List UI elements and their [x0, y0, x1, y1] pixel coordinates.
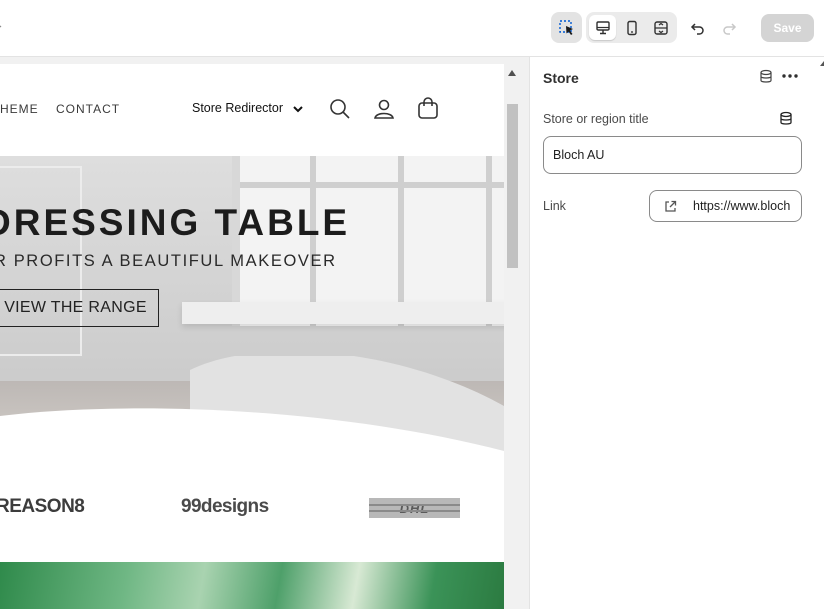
select-tool-icon [558, 19, 573, 35]
panel-scroll-up-icon[interactable] [820, 61, 824, 66]
search-icon[interactable] [328, 97, 352, 121]
site-header: HEME CONTACT Store Redirector [0, 64, 504, 156]
link-label: Link [543, 199, 566, 213]
editor-toolbar: Save [0, 0, 824, 57]
fullscreen-button[interactable] [648, 15, 674, 40]
logo-99designs: 99designs [181, 496, 269, 517]
hero-wave-divider [0, 356, 504, 458]
undo-button[interactable] [686, 15, 710, 40]
hero-window-sill [182, 302, 504, 324]
window-transom [240, 182, 504, 188]
store-title-label: Store or region title [543, 112, 649, 126]
scroll-up-arrow-icon[interactable] [508, 70, 516, 76]
redo-icon [723, 22, 737, 35]
link-input[interactable]: https://www.bloch [649, 190, 802, 222]
green-image-section [0, 562, 504, 609]
cart-icon[interactable] [416, 97, 440, 121]
hero-title: DRESSING TABLE [0, 202, 351, 243]
storefront-canvas: HEME CONTACT Store Redirector DRESSING T… [0, 64, 504, 609]
store-title-input[interactable]: Bloch AU [543, 136, 802, 174]
preview-scroll-thumb[interactable] [507, 104, 518, 268]
logo-dhl: DHL [369, 498, 460, 518]
desktop-view-button[interactable] [589, 15, 616, 40]
back-chevron-icon[interactable] [0, 22, 6, 32]
logo-reason8: REASON8 [0, 496, 85, 517]
external-link-icon[interactable] [663, 199, 678, 214]
fullscreen-icon [654, 20, 668, 35]
mobile-view-button[interactable] [619, 15, 645, 40]
brand-logos: REASON8 99designs DHL [0, 458, 504, 562]
nav-link-contact[interactable]: CONTACT [56, 102, 120, 116]
save-button[interactable]: Save [761, 14, 814, 42]
logo-dhl-text: DHL [399, 500, 430, 516]
dynamic-source-icon[interactable] [759, 69, 773, 84]
undo-icon [690, 22, 704, 35]
store-redirector-select[interactable]: Store Redirector [192, 101, 283, 115]
select-tool-button[interactable] [551, 12, 582, 43]
mobile-view-icon [627, 20, 637, 35]
connect-dynamic-source-icon[interactable] [779, 111, 793, 126]
theme-preview: HEME CONTACT Store Redirector DRESSING T… [0, 57, 529, 609]
more-options-icon[interactable] [781, 68, 799, 84]
hero-subtitle: R PROFITS A BEAUTIFUL MAKEOVER [0, 252, 337, 270]
desktop-view-icon [595, 20, 610, 34]
panel-title: Store [543, 70, 579, 86]
settings-panel: Store Store or region title Bloch AU Lin… [529, 57, 824, 609]
nav-link-theme[interactable]: HEME [0, 102, 39, 116]
hero-banner: DRESSING TABLE R PROFITS A BEAUTIFUL MAK… [0, 156, 504, 458]
link-value: https://www.bloch [693, 199, 791, 213]
account-icon[interactable] [372, 97, 396, 121]
chevron-down-icon [293, 106, 303, 113]
view-range-button[interactable]: VIEW THE RANGE [0, 289, 159, 327]
redo-button[interactable] [717, 15, 741, 40]
